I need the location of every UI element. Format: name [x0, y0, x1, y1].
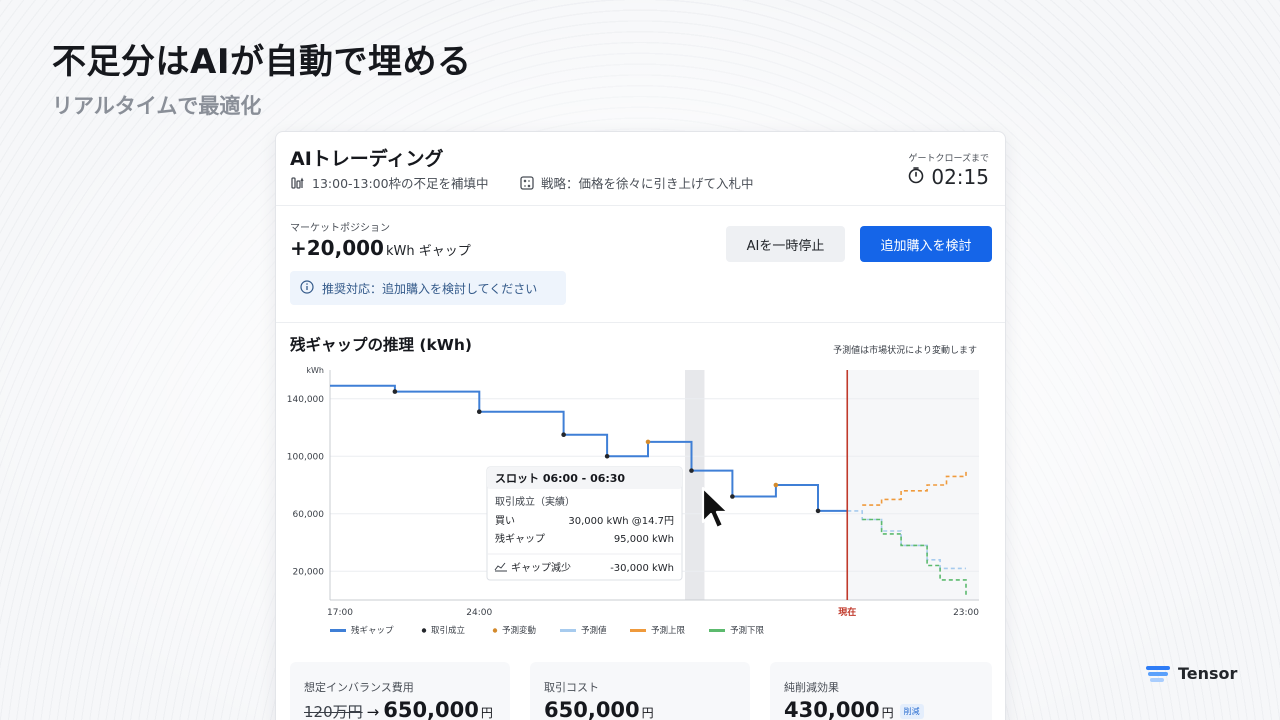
tensor-logo-icon — [1146, 665, 1170, 682]
mouse-cursor-icon — [700, 486, 730, 536]
legend-swatch — [630, 629, 646, 632]
recommendation-notice: 推奨対応：追加購入を検討してください — [290, 271, 566, 305]
x-tick-label: 24:00 — [466, 608, 492, 618]
legend-swatch — [560, 629, 576, 632]
net-savings-label: 純削減効果 — [784, 681, 839, 694]
legend-label: 残ギャップ — [351, 625, 394, 636]
highlighted-slot-band — [685, 370, 705, 600]
net-savings-stat: 純削減効果 430,000 円削減 — [770, 662, 992, 720]
chart-title: 残ギャップの推理 (kWh) — [290, 336, 473, 354]
tooltip-footer-label: ギャップ減少 — [511, 561, 571, 574]
net-savings-number: 430,000 — [784, 698, 880, 720]
trade-cost-label: 取引コスト — [544, 681, 599, 694]
tooltip-buy-label: 買い — [495, 515, 515, 527]
legend-dot — [492, 628, 498, 633]
ai-trading-card: AIトレーディング 13:00-13:00枠の不足を補填中 戦略：価格を徐々に引… — [275, 131, 1006, 720]
slot-meta-text: 13:00-13:00枠の不足を補填中 — [312, 176, 489, 191]
trade-point — [689, 468, 694, 473]
position-unit: kWh ギャップ — [385, 244, 471, 259]
chart-note: 予測値は市場状況により変動します — [833, 346, 977, 356]
card-header: AIトレーディング 13:00-13:00枠の不足を補填中 戦略：価格を徐々に引… — [276, 132, 1005, 206]
y-tick-label: 140,000 — [287, 395, 324, 405]
stopwatch-icon — [907, 165, 925, 189]
legend-label: 取引成立 — [431, 625, 466, 636]
consider-purchase-button[interactable]: 追加購入を検討 — [860, 226, 992, 262]
y-tick-label: 60,000 — [293, 510, 325, 520]
imbalance-cost-stat: 想定インバランス費用 120万円 → 650,000 円 — [290, 662, 510, 720]
strategy-icon — [519, 175, 535, 191]
tooltip-footer-value: -30,000 kWh — [610, 563, 674, 574]
trade-cost-number: 650,000 — [544, 698, 640, 720]
trade-point — [392, 389, 398, 394]
gate-close-timer: 02:15 — [907, 165, 989, 189]
info-icon — [300, 279, 314, 297]
tooltip-gap-label: 残ギャップ — [495, 532, 545, 545]
slot-meta: 13:00-13:00枠の不足を補填中 — [290, 173, 489, 192]
imbalance-cost-value: 120万円 → 650,000 円 — [304, 698, 493, 720]
yen-unit: 円 — [480, 706, 493, 720]
x-tick-label: 17:00 — [327, 608, 353, 618]
net-savings-value: 430,000 円削減 — [784, 698, 924, 720]
legend-swatch — [709, 629, 725, 632]
pause-ai-button[interactable]: AIを一時停止 — [726, 226, 845, 262]
y-tick-label: 20,000 — [293, 567, 325, 577]
recommendation-text: 推奨対応：追加購入を検討してください — [322, 281, 538, 296]
market-position-label: マーケットポジション — [290, 223, 390, 234]
tooltip-buy-value: 30,000 kWh @14.7円 — [568, 516, 674, 527]
trade-point — [561, 432, 566, 437]
slide-title: 不足分はAIが自動で埋める — [52, 42, 472, 82]
tooltip-title: スロット 06:00 - 06:30 — [495, 472, 625, 485]
brand-name: Tensor — [1178, 664, 1238, 683]
tooltip-gap-value: 95,000 kWh — [614, 534, 674, 545]
bars-icon — [290, 175, 306, 191]
legend-swatch — [330, 629, 346, 632]
brand-logo: Tensor — [1146, 664, 1237, 683]
forecast-region — [847, 370, 979, 600]
now-label: 現在 — [838, 606, 856, 618]
slide-subtitle: リアルタイムで最適化 — [52, 94, 262, 118]
forecast-change-point — [773, 482, 779, 488]
legend-label: 予測値 — [581, 625, 607, 636]
trade-point — [476, 409, 482, 414]
imbalance-new-value: 650,000 — [383, 698, 479, 720]
legend-label: 予測上限 — [651, 625, 686, 636]
forecast-change-point — [645, 439, 651, 445]
legend-dot — [421, 628, 427, 633]
strategy-meta-text: 戦略：価格を徐々に引き上げて入札中 — [541, 176, 754, 191]
trade-cost-value: 650,000 円 — [544, 698, 654, 720]
strategy-meta: 戦略：価格を徐々に引き上げて入札中 — [519, 173, 754, 192]
position-number: +20,000 — [290, 236, 384, 260]
y-axis-unit: kWh — [306, 366, 324, 375]
savings-badge: 削減 — [899, 703, 924, 719]
trade-point — [730, 494, 735, 499]
imbalance-cost-label: 想定インバランス費用 — [304, 681, 414, 694]
divider — [276, 322, 1005, 323]
gate-time-value: 02:15 — [931, 165, 989, 189]
trade-point — [815, 508, 821, 514]
trade-point — [604, 453, 610, 459]
yen-unit: 円 — [641, 706, 654, 720]
arrow-right-icon: → — [366, 703, 380, 720]
x-tick-label: 23:00 — [953, 608, 979, 618]
yen-unit: 円 — [881, 706, 894, 720]
y-tick-label: 100,000 — [287, 452, 324, 462]
slot-tooltip: スロット 06:00 - 06:30 取引成立（実績） 買い 30,000 kW… — [486, 466, 683, 581]
imbalance-old-value: 120万円 — [304, 703, 363, 720]
gap-chart: 20,000 60,000 100,000 140,000 kWh 17:00 24:00 現… — [287, 366, 979, 636]
gate-close-label: ゲートクローズまで — [908, 154, 989, 164]
legend-label: 予測下限 — [730, 625, 765, 636]
market-position-value: +20,000 kWh ギャップ — [290, 236, 471, 260]
trade-cost-stat: 取引コスト 650,000 円 — [530, 662, 750, 720]
legend-label: 予測変動 — [502, 625, 536, 636]
card-title: AIトレーディング — [290, 148, 444, 170]
tooltip-status: 取引成立（実績） — [495, 495, 575, 508]
